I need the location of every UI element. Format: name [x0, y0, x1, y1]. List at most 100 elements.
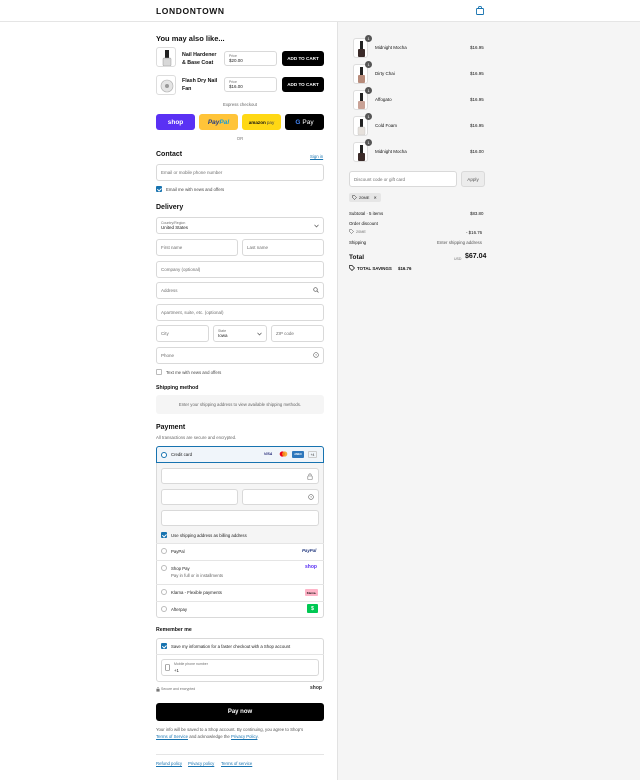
- cart-item-price: $16.00: [470, 149, 484, 154]
- paypal-logo-icon: PayPal: [302, 548, 317, 553]
- company-input[interactable]: Company (optional): [156, 261, 324, 278]
- quantity-badge: 1: [365, 87, 372, 94]
- subtotal-label: Subtotal · 5 items: [349, 211, 384, 216]
- credit-card-label: Credit card: [171, 452, 193, 457]
- shipping-label: Shipping: [349, 240, 367, 245]
- text-offers-checkbox[interactable]: [156, 369, 162, 375]
- news-checkbox[interactable]: [156, 186, 162, 192]
- svg-text:?: ?: [315, 353, 317, 357]
- total-label: Total: [349, 254, 365, 261]
- apply-button[interactable]: Apply: [461, 171, 485, 187]
- mobile-phone-prefix: +1: [174, 668, 179, 673]
- lock-icon: [156, 687, 160, 692]
- payment-heading: Payment: [156, 424, 186, 431]
- pay-now-button[interactable]: Pay now: [156, 703, 324, 721]
- city-input[interactable]: City: [156, 325, 209, 342]
- billing-address-label: Use shipping address as billing address: [171, 533, 247, 538]
- add-to-cart-button[interactable]: ADD TO CART: [282, 51, 324, 66]
- remove-discount-icon[interactable]: ✕: [373, 195, 376, 200]
- upsell-price-field: Price $20.00: [224, 51, 277, 66]
- total-savings-label: TOTAL SAVINGS: [357, 266, 392, 271]
- upsell-price-field: Price $16.00: [224, 77, 277, 92]
- mobile-phone-icon: [165, 664, 170, 671]
- chevron-down-icon: [257, 332, 262, 336]
- shop-pay-subtitle: Pay in full or in installments: [171, 573, 224, 578]
- klarna-radio[interactable]: [161, 589, 167, 595]
- google-pay-button[interactable]: G Pay: [285, 114, 324, 130]
- refund-policy-link[interactable]: Refund policy: [156, 761, 182, 766]
- email-input[interactable]: Email or mobile phone number: [156, 164, 324, 181]
- privacy-policy-link[interactable]: Privacy policy: [188, 761, 214, 766]
- discount-value: - $16.76: [466, 230, 483, 235]
- express-checkout-label: Express checkout: [223, 102, 257, 107]
- klarna-logo-icon: Klarna.: [305, 589, 318, 596]
- address-input[interactable]: Address: [156, 282, 324, 299]
- shipping-method-heading: Shipping method: [156, 385, 199, 391]
- cart-item-name: Dirty Chai: [375, 71, 395, 76]
- chevron-down-icon: [314, 224, 319, 228]
- currency-code: USD: [454, 257, 462, 261]
- cart-item-price: $16.95: [470, 45, 484, 50]
- total-savings-value: $16.76: [398, 266, 412, 271]
- divider: [156, 601, 324, 602]
- google-g-icon: G: [295, 118, 301, 126]
- expiry-input[interactable]: [161, 489, 238, 505]
- quantity-badge: 1: [365, 61, 372, 68]
- cart-item-name: Cold Foam: [375, 123, 398, 128]
- cart-item-price: $16.95: [470, 71, 484, 76]
- name-on-card-input[interactable]: [161, 510, 319, 526]
- search-icon: [313, 287, 319, 293]
- total-value: $67.04: [465, 253, 487, 260]
- nail-polish-bottle-icon: [162, 50, 172, 66]
- apartment-input[interactable]: Apartment, suite, etc. (optional): [156, 304, 324, 321]
- news-label: Email me with news and offers: [166, 187, 225, 192]
- shop-privacy-link[interactable]: Privacy Policy: [231, 734, 257, 739]
- help-circle-icon[interactable]: ?: [308, 494, 314, 500]
- paypal-option-label: PayPal: [171, 549, 185, 554]
- add-to-cart-button[interactable]: ADD TO CART: [282, 77, 324, 92]
- svg-text:?: ?: [310, 495, 312, 499]
- tag-icon: [349, 229, 354, 234]
- save-info-checkbox[interactable]: [161, 643, 167, 649]
- paypal-button[interactable]: Pay Pal: [199, 114, 238, 130]
- country-select[interactable]: Country/Region United States: [156, 217, 324, 234]
- phone-input[interactable]: Phone: [156, 347, 324, 364]
- sign-in-link[interactable]: Sign in: [310, 154, 323, 159]
- billing-address-checkbox[interactable]: [161, 532, 167, 538]
- mastercard-icon: [279, 451, 288, 457]
- first-name-input[interactable]: First name: [156, 239, 238, 256]
- paypal-radio[interactable]: [161, 548, 167, 554]
- upsell-item-name: Flash Dry Nail Fan: [182, 78, 218, 92]
- discount-code-input[interactable]: Discount code or gift card: [349, 171, 457, 187]
- shipping-value: Enter shipping address: [437, 240, 482, 245]
- text-offers-label: Text me with news and offers: [166, 370, 222, 375]
- divider: [156, 560, 324, 561]
- shopping-bag-icon[interactable]: [476, 6, 484, 15]
- upsell-thumbnail: [156, 47, 176, 67]
- amazon-pay-button[interactable]: amazon pay: [242, 114, 281, 130]
- header: LONDONTOWN: [0, 0, 640, 22]
- cart-item-name: Affogato: [375, 97, 392, 102]
- afterpay-option-label: Afterpay: [171, 607, 188, 612]
- zip-input[interactable]: ZIP code: [271, 325, 324, 342]
- last-name-input[interactable]: Last name: [242, 239, 324, 256]
- shop-pay-button[interactable]: shop: [156, 114, 195, 130]
- brand-logo[interactable]: LONDONTOWN: [156, 6, 225, 16]
- save-info-label: Save my information for a faster checkou…: [171, 644, 291, 649]
- afterpay-radio[interactable]: [161, 606, 167, 612]
- secure-encrypted-text: Secure and encrypted: [161, 687, 196, 691]
- cart-item-price: $16.95: [470, 123, 484, 128]
- quantity-badge: 1: [365, 35, 372, 42]
- terms-of-service-link[interactable]: Terms of service: [221, 761, 252, 766]
- shop-pay-radio[interactable]: [161, 565, 167, 571]
- cart-item-name: Midnight Mocha: [375, 149, 407, 154]
- or-divider: OR: [236, 136, 244, 141]
- subtotal-value: $83.80: [470, 211, 484, 216]
- nail-polish-bottle-icon: [358, 67, 365, 83]
- credit-card-radio[interactable]: [161, 452, 167, 458]
- card-number-input[interactable]: [161, 468, 319, 484]
- help-circle-icon[interactable]: ?: [313, 352, 319, 358]
- nail-polish-bottle-icon: [358, 93, 365, 109]
- divider: [156, 584, 324, 585]
- shop-terms-link[interactable]: Terms of Service: [156, 734, 188, 739]
